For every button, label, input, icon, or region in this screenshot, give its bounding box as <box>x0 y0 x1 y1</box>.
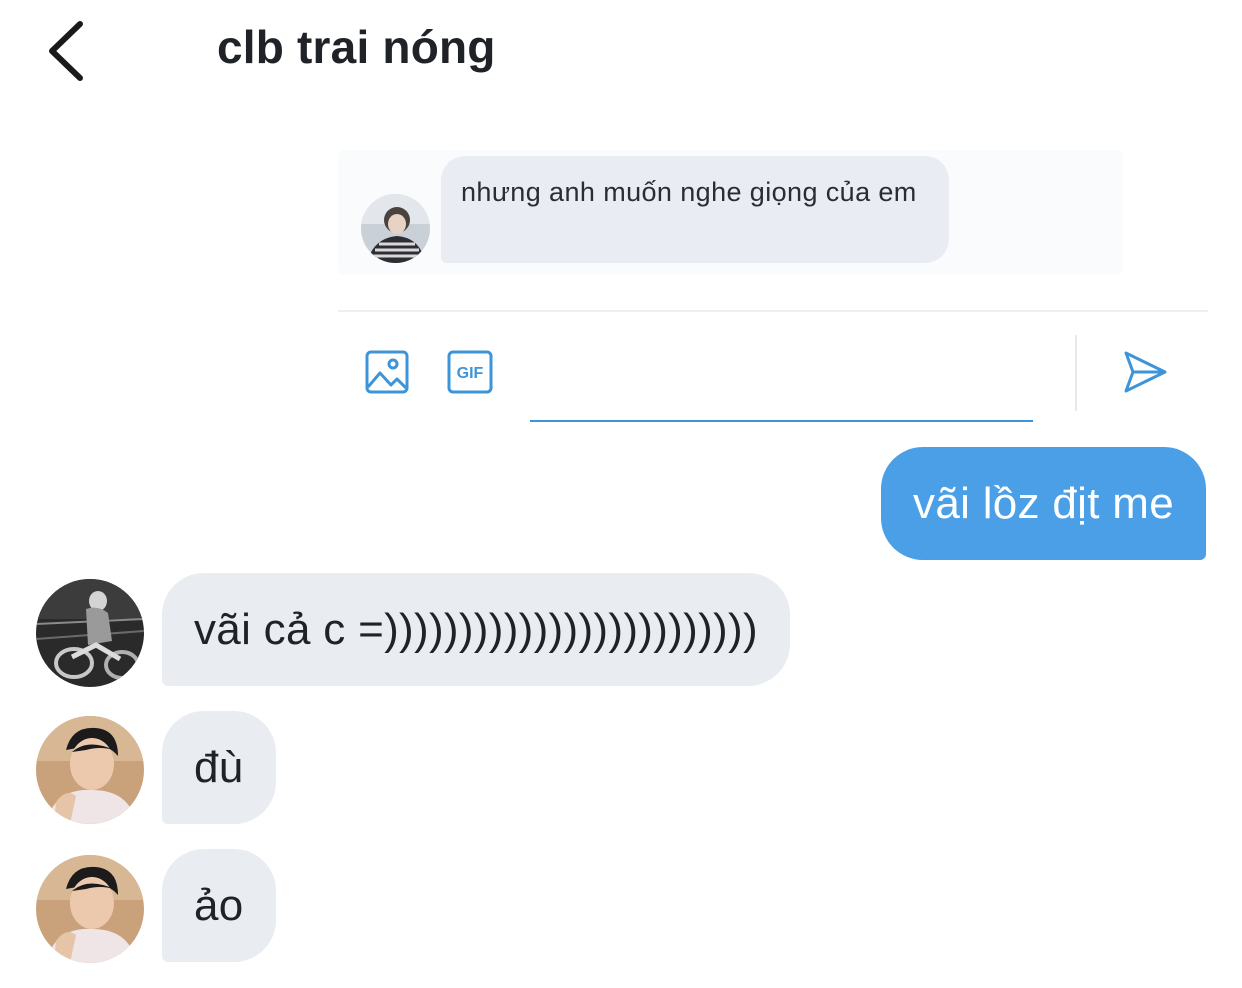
back-button[interactable] <box>40 18 100 82</box>
add-image-button[interactable] <box>364 349 410 395</box>
image-icon <box>365 350 409 394</box>
outgoing-message-bubble[interactable]: vãi lồz địt me <box>881 447 1206 560</box>
avatar[interactable] <box>36 855 144 963</box>
avatar <box>361 194 430 263</box>
send-icon <box>1124 351 1167 393</box>
gif-label: GIF <box>457 365 484 382</box>
chevron-left-icon <box>49 21 83 81</box>
gif-icon: GIF <box>447 350 493 394</box>
embedded-screenshot: nhưng anh muốn nghe giọng của em GIF <box>338 150 1208 430</box>
divider <box>338 310 1208 312</box>
embedded-message-bubble: nhưng anh muốn nghe giọng của em <box>441 156 949 263</box>
incoming-message-bubble[interactable]: vãi cả c =))))))))))))))))))))))))) <box>162 573 790 686</box>
message-input[interactable] <box>530 336 1033 422</box>
incoming-message-bubble[interactable]: ảo <box>162 849 276 962</box>
incoming-message-bubble[interactable]: đù <box>162 711 276 824</box>
divider <box>1075 335 1077 411</box>
add-gif-button[interactable]: GIF <box>447 350 493 394</box>
avatar[interactable] <box>36 716 144 824</box>
chat-screen: clb trai nóng nhưng anh muốn nghe giọng … <box>0 0 1242 988</box>
page-title: clb trai nóng <box>217 21 496 73</box>
avatar[interactable] <box>36 579 144 687</box>
send-button[interactable] <box>1121 348 1169 396</box>
